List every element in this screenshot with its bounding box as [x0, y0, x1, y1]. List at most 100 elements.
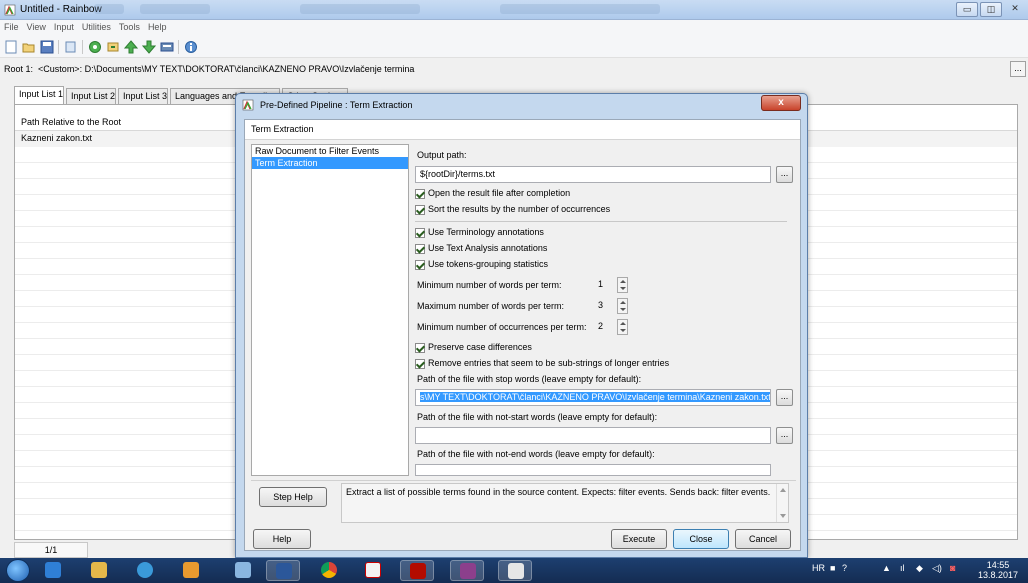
not-start-words-input[interactable]	[415, 427, 771, 444]
root-path: <Custom>: D:\Documents\MY TEXT\DOKTORAT\…	[38, 64, 415, 74]
step-help-button[interactable]: Step Help	[259, 487, 327, 507]
acrobat-icon	[365, 562, 381, 578]
menu-tools[interactable]: Tools	[115, 20, 144, 34]
tab-input-list-1[interactable]: Input List 1	[14, 86, 64, 104]
menu-bar: File View Input Utilities Tools Help	[0, 20, 1028, 36]
edit-icon[interactable]	[160, 40, 174, 54]
maximize-button[interactable]: ◫	[980, 2, 1002, 17]
tab-input-list-2[interactable]: Input List 2	[66, 88, 116, 104]
close-window-button[interactable]: ✕	[1004, 2, 1026, 17]
step-term-extraction[interactable]: Term Extraction	[252, 157, 408, 169]
toolbar-separator	[82, 40, 83, 54]
tab-input-list-3[interactable]: Input List 3	[118, 88, 168, 104]
chrome-icon	[321, 562, 337, 578]
dialog-title-bar: Pre-Defined Pipeline : Term Extraction x	[236, 94, 807, 116]
not-start-browse-button[interactable]: ...	[776, 427, 793, 444]
info-icon[interactable]	[184, 40, 198, 54]
menu-help[interactable]: Help	[144, 20, 171, 34]
tokens-grouping-checkbox-row[interactable]: Use tokens-grouping statistics	[415, 259, 548, 272]
help-scrollbar[interactable]	[776, 484, 788, 522]
rainbow-icon	[508, 563, 524, 579]
taskbar-notepad[interactable]	[226, 560, 260, 581]
output-path-input[interactable]: ${rootDir}/terms.txt	[415, 166, 771, 183]
language-indicator[interactable]: HR	[812, 563, 825, 573]
dialog-title: Pre-Defined Pipeline : Term Extraction	[260, 100, 413, 110]
tray-app-icon[interactable]: ◆	[916, 563, 923, 574]
network-icon[interactable]: ıl	[900, 563, 905, 573]
output-browse-button[interactable]: ...	[776, 166, 793, 183]
help-button[interactable]: Help	[253, 529, 311, 549]
taskbar-word[interactable]	[266, 560, 300, 581]
preserve-case-checkbox-row[interactable]: Preserve case differences	[415, 342, 532, 355]
tray-security-icon[interactable]: ◙	[950, 563, 955, 573]
tray-keyboard-icon[interactable]: ■	[830, 563, 835, 573]
execute-button[interactable]: Execute	[611, 529, 667, 549]
terminology-checkbox[interactable]	[415, 227, 425, 238]
taskbar-acrobat-reader[interactable]	[400, 560, 434, 581]
terminology-checkbox-row[interactable]: Use Terminology annotations	[415, 227, 544, 240]
not-end-words-label: Path of the file with not-end words (lea…	[417, 449, 655, 459]
taskbar-media-player[interactable]	[36, 560, 70, 581]
step-raw-document[interactable]: Raw Document to Filter Events	[252, 145, 408, 157]
tray-show-hidden-icon[interactable]: ▲	[882, 563, 891, 573]
taskbar-rainbow[interactable]	[498, 560, 532, 581]
winrar-icon	[460, 563, 476, 579]
taskbar-internet-explorer[interactable]	[128, 560, 162, 581]
preserve-case-checkbox[interactable]	[415, 342, 425, 353]
max-words-label: Maximum number of words per term:	[417, 301, 565, 311]
remove-substrings-checkbox[interactable]	[415, 358, 425, 369]
system-clock[interactable]: 14:55 13.8.2017	[978, 560, 1018, 580]
root-bar: Root 1: <Custom>: D:\Documents\MY TEXT\D…	[0, 58, 1028, 82]
taskbar-outlook[interactable]	[174, 560, 208, 581]
sort-results-checkbox[interactable]	[415, 204, 425, 215]
taskbar-file-manager[interactable]	[82, 560, 116, 581]
close-button[interactable]: Close	[673, 529, 729, 549]
taskbar-chrome[interactable]	[312, 560, 346, 581]
open-result-checkbox-row[interactable]: Open the result file after completion	[415, 188, 570, 201]
remove-substrings-checkbox-row[interactable]: Remove entries that seem to be sub-strin…	[415, 358, 669, 371]
toolbar-separator	[178, 40, 179, 54]
title-blur	[94, 4, 124, 14]
window-title: Untitled - Rainbow	[20, 4, 102, 15]
move-up-icon[interactable]	[124, 40, 138, 54]
page-indicator: 1/1	[14, 542, 88, 558]
stop-words-browse-button[interactable]: ...	[776, 389, 793, 406]
spinner-arrows-icon[interactable]	[617, 277, 628, 293]
dialog-close-icon[interactable]: x	[761, 95, 801, 111]
acrobat-reader-icon	[410, 563, 426, 579]
text-analysis-checkbox[interactable]	[415, 243, 425, 254]
spinner-arrows-icon[interactable]	[617, 319, 628, 335]
cancel-button[interactable]: Cancel	[735, 529, 791, 549]
move-down-icon[interactable]	[142, 40, 156, 54]
file-manager-icon	[91, 562, 107, 578]
menu-view[interactable]: View	[23, 20, 50, 34]
refresh-icon[interactable]	[106, 40, 120, 54]
menu-utilities[interactable]: Utilities	[78, 20, 115, 34]
taskbar-winrar[interactable]	[450, 560, 484, 581]
minimize-button[interactable]: ▭	[956, 2, 978, 17]
volume-icon[interactable]: ◁)	[932, 563, 942, 574]
tokens-grouping-checkbox[interactable]	[415, 259, 425, 270]
text-analysis-checkbox-row[interactable]: Use Text Analysis annotations	[415, 243, 547, 256]
stop-words-label: Path of the file with stop words (leave …	[417, 374, 642, 384]
sort-results-checkbox-row[interactable]: Sort the results by the number of occurr…	[415, 204, 610, 217]
menu-file[interactable]: File	[0, 20, 23, 34]
step-help-text: Extract a list of possible terms found i…	[341, 483, 789, 523]
copy-icon[interactable]	[64, 40, 78, 54]
media-player-icon	[45, 562, 61, 578]
divider	[415, 221, 787, 222]
not-end-words-input[interactable]	[415, 464, 771, 476]
new-icon[interactable]	[4, 40, 18, 54]
save-icon[interactable]	[40, 40, 54, 54]
add-icon[interactable]	[88, 40, 102, 54]
pipeline-steps-list: Raw Document to Filter Events Term Extra…	[251, 144, 409, 476]
menu-input[interactable]: Input	[50, 20, 78, 34]
root-browse-button[interactable]: ...	[1010, 61, 1026, 77]
taskbar-acrobat[interactable]	[356, 560, 390, 581]
open-result-checkbox[interactable]	[415, 188, 425, 199]
stop-words-input[interactable]: s\MY TEXT\DOKTORAT\članci\KAZNENO PRAVO\…	[415, 389, 771, 406]
tray-help-icon[interactable]: ?	[842, 563, 847, 573]
open-icon[interactable]	[22, 40, 36, 54]
start-button[interactable]	[6, 559, 30, 582]
spinner-arrows-icon[interactable]	[617, 298, 628, 314]
